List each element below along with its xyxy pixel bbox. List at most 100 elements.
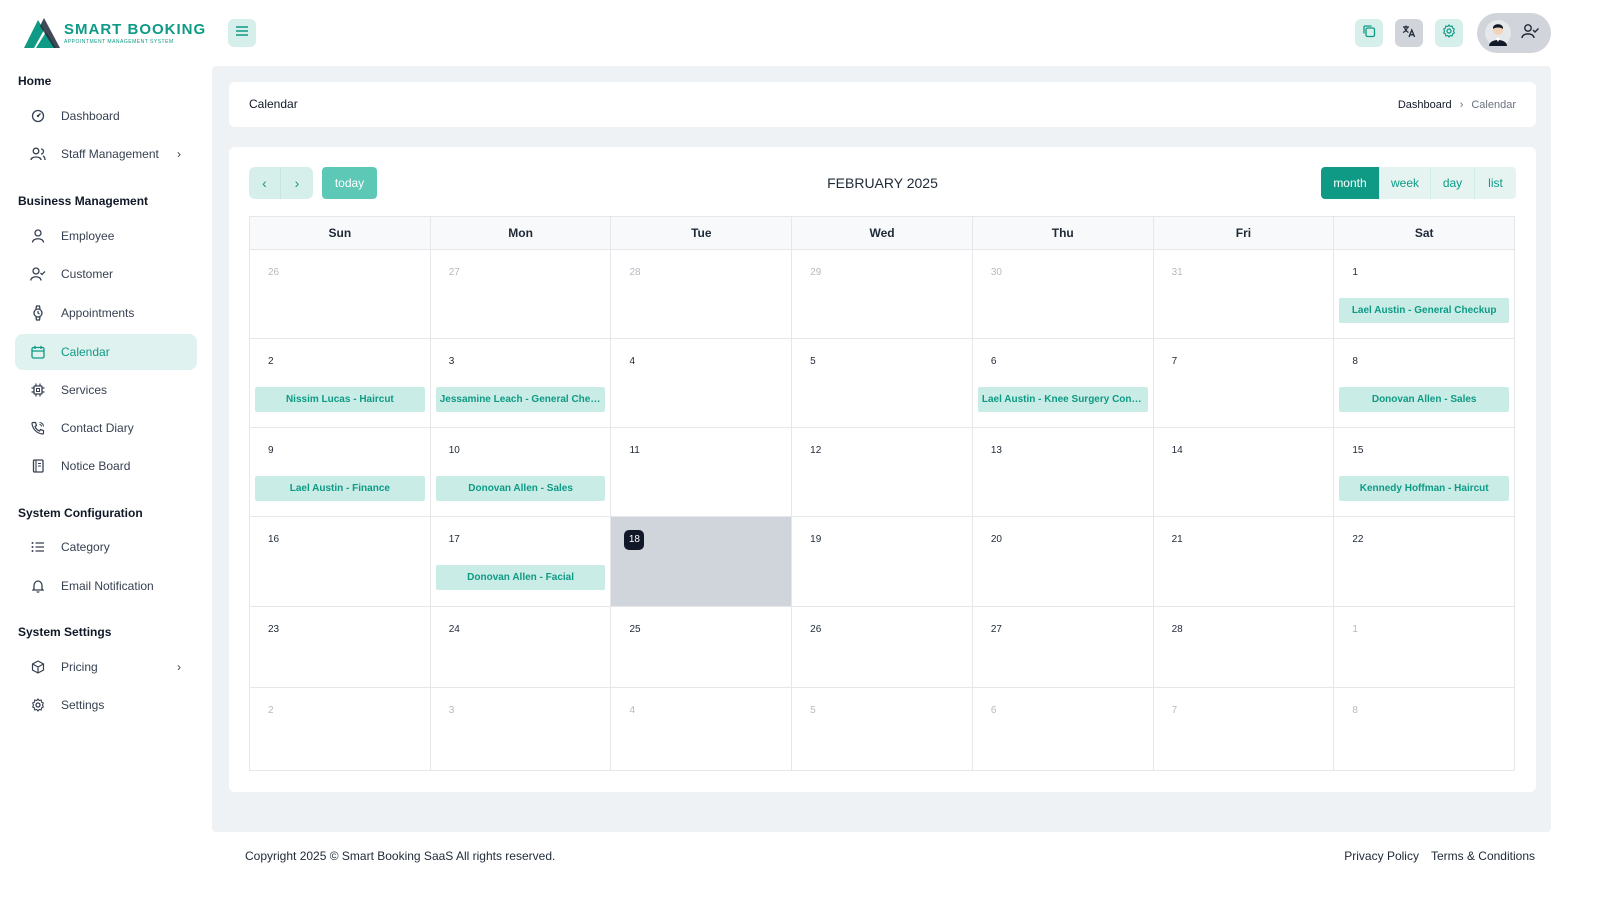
day-cell[interactable]: 8 Donovan Allen - Sales [1334,339,1514,427]
day-number[interactable]: 31 [1172,267,1183,278]
day-cell[interactable]: 6 [973,688,1154,770]
calendar-event[interactable]: Donovan Allen - Sales [435,476,606,501]
day-cell[interactable]: 14 [1154,428,1335,516]
day-number[interactable]: 7 [1172,705,1178,716]
day-number[interactable]: 7 [1172,356,1178,367]
calendar-event[interactable]: Nissim Lucas - Haircut [255,387,425,412]
day-cell[interactable]: 17 Donovan Allen - Facial [431,517,612,606]
day-number[interactable]: 6 [991,705,997,716]
day-cell[interactable]: 4 [611,339,793,427]
day-number[interactable]: 11 [629,445,639,456]
day-number[interactable]: 28 [1172,624,1183,635]
day-cell[interactable]: 28 [1154,607,1335,687]
day-number[interactable]: 27 [449,267,460,278]
day-cell[interactable]: 5 [792,688,973,770]
day-number[interactable]: 23 [268,624,279,635]
day-cell[interactable]: 26 [250,250,431,338]
day-number[interactable]: 22 [1352,534,1363,545]
day-cell[interactable]: 6 Lael Austin - Knee Surgery Consultation [973,339,1154,427]
view-week-button[interactable]: week [1380,167,1431,199]
day-cell[interactable]: 5 [792,339,973,427]
sidebar-item-email-notification[interactable]: Email Notification [15,568,197,604]
day-number[interactable]: 24 [449,624,460,635]
day-number[interactable]: 12 [810,445,821,456]
day-number[interactable]: 5 [810,705,816,716]
day-cell[interactable]: 27 [973,607,1154,687]
settings-button[interactable] [1435,19,1463,47]
menu-toggle-button[interactable] [228,19,256,47]
day-cell[interactable]: 22 [1334,517,1514,606]
day-number[interactable]: 8 [1352,356,1358,367]
day-cell-today[interactable]: 18 [611,517,793,606]
day-number[interactable]: 5 [810,356,816,367]
day-cell[interactable]: 4 [611,688,793,770]
view-list-button[interactable]: list [1475,167,1516,199]
sidebar-item-customer[interactable]: Customer [15,256,197,292]
day-cell[interactable]: 24 [431,607,612,687]
calendar-event[interactable]: Lael Austin - Knee Surgery Consultation [977,387,1148,412]
day-number[interactable]: 15 [1352,445,1363,456]
day-cell[interactable]: 11 [611,428,793,516]
view-day-button[interactable]: day [1431,167,1475,199]
calendar-event[interactable]: Lael Austin - Finance [255,476,425,501]
day-cell[interactable]: 13 [973,428,1154,516]
day-cell[interactable]: 12 [792,428,973,516]
day-cell[interactable]: 2 Nissim Lucas - Haircut [250,339,431,427]
privacy-policy-link[interactable]: Privacy Policy [1344,849,1419,863]
day-number[interactable]: 1 [1352,267,1358,278]
sidebar-item-settings[interactable]: Settings [15,687,197,723]
day-cell[interactable]: 1 [1334,607,1514,687]
sidebar-item-category[interactable]: Category [15,529,197,565]
day-number[interactable]: 10 [449,445,460,456]
terms-link[interactable]: Terms & Conditions [1431,849,1535,863]
user-menu[interactable] [1477,13,1551,53]
day-cell[interactable]: 26 [792,607,973,687]
copy-button[interactable] [1355,19,1383,47]
day-cell[interactable]: 7 [1154,339,1335,427]
day-cell[interactable]: 3 Jessamine Leach - General Checkup [431,339,612,427]
day-number[interactable]: 20 [991,534,1002,545]
day-cell[interactable]: 19 [792,517,973,606]
sidebar-item-employee[interactable]: Employee [15,218,197,254]
day-number[interactable]: 16 [268,534,279,545]
sidebar-item-calendar[interactable]: Calendar [15,334,197,370]
day-number[interactable]: 9 [268,445,274,456]
sidebar-item-appointments[interactable]: Appointments [15,295,197,331]
day-cell[interactable]: 1 Lael Austin - General Checkup [1334,250,1514,338]
logo[interactable]: SMART BOOKING APPOINTMENT MANAGEMENT SYS… [22,16,206,50]
day-number[interactable]: 19 [810,534,821,545]
sidebar-item-contact-diary[interactable]: Contact Diary [15,410,197,446]
day-number[interactable]: 3 [449,705,455,716]
day-cell[interactable]: 30 [973,250,1154,338]
day-number[interactable]: 13 [991,445,1002,456]
sidebar-item-pricing[interactable]: Pricing › [15,649,197,685]
day-cell[interactable]: 16 [250,517,431,606]
day-number[interactable]: 8 [1352,705,1358,716]
sidebar-item-staff-management[interactable]: Staff Management › [15,136,197,172]
language-button[interactable] [1395,19,1423,47]
day-number[interactable]: 25 [629,624,640,635]
day-number[interactable]: 26 [810,624,821,635]
day-cell[interactable]: 23 [250,607,431,687]
day-cell[interactable]: 9 Lael Austin - Finance [250,428,431,516]
day-number[interactable]: 26 [268,267,279,278]
day-cell[interactable]: 20 [973,517,1154,606]
calendar-event[interactable]: Donovan Allen - Sales [1339,387,1510,412]
day-number[interactable]: 2 [268,356,274,367]
day-number[interactable]: 2 [268,705,274,716]
sidebar-item-notice-board[interactable]: Notice Board [15,448,197,484]
day-number[interactable]: 28 [629,267,640,278]
day-number[interactable]: 29 [810,267,821,278]
day-number[interactable]: 1 [1352,624,1358,635]
day-number[interactable]: 17 [449,534,460,545]
calendar-event[interactable]: Jessamine Leach - General Checkup [435,387,606,412]
day-number[interactable]: 14 [1172,445,1183,456]
day-cell[interactable]: 10 Donovan Allen - Sales [431,428,612,516]
day-cell[interactable]: 25 [611,607,793,687]
view-month-button[interactable]: month [1321,167,1380,199]
day-number[interactable]: 6 [991,356,997,367]
day-number[interactable]: 21 [1172,534,1183,545]
day-cell[interactable]: 21 [1154,517,1335,606]
sidebar-item-dashboard[interactable]: Dashboard [15,98,197,134]
day-cell[interactable]: 28 [611,250,793,338]
